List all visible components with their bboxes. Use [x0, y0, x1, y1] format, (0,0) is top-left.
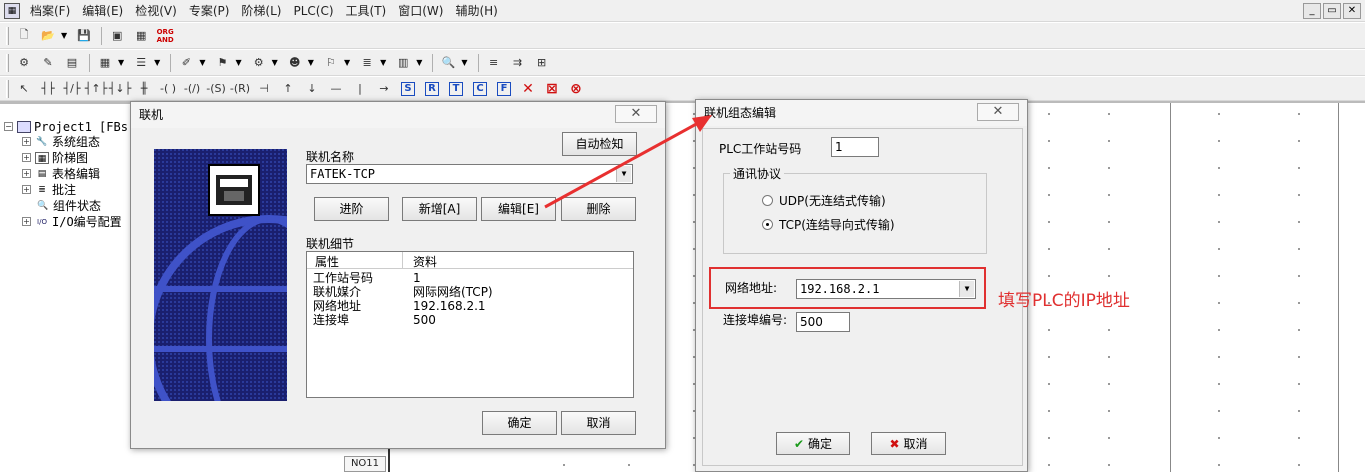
ip-annotation-text: 填写PLC的IP地址 — [998, 291, 1130, 311]
arrow-line — [544, 120, 701, 209]
annotation-arrow — [544, 115, 712, 209]
